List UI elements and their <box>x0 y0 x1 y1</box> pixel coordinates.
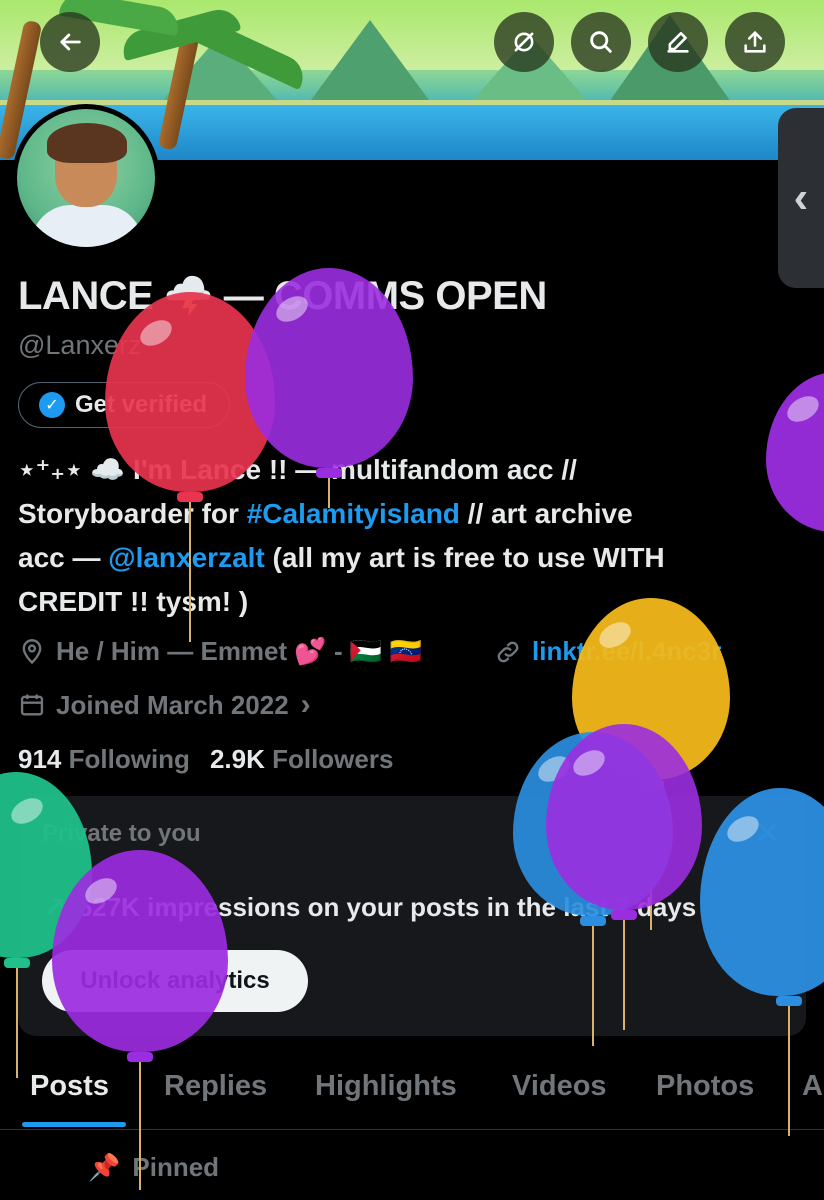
active-tab-indicator <box>22 1122 126 1127</box>
verified-badge-icon: ✓ <box>39 392 65 418</box>
calendar-icon <box>20 694 44 716</box>
share-button[interactable] <box>725 12 785 72</box>
arrow-left-icon <box>60 33 81 51</box>
link-icon <box>497 641 519 662</box>
tab-replies[interactable]: Replies <box>164 1070 267 1103</box>
avatar[interactable] <box>12 104 160 252</box>
share-icon <box>744 31 766 53</box>
tab-articles[interactable]: A <box>802 1070 823 1103</box>
location-pin-icon <box>22 638 42 664</box>
chevron-right-icon: › <box>300 688 311 721</box>
profile-tabs: Posts Replies Highlights Videos Photos A <box>0 1060 824 1130</box>
hashtag-link[interactable]: #Calamityisland <box>247 498 460 529</box>
tab-posts[interactable]: Posts <box>30 1070 109 1103</box>
grok-icon <box>514 32 534 52</box>
joined-date: Joined March 2022 <box>56 689 289 720</box>
edit-icon <box>667 31 689 53</box>
chevron-left-icon: ‹ <box>793 173 809 222</box>
pinned-label-row: 📌 Pinned <box>88 1152 219 1183</box>
search-icon <box>590 31 612 53</box>
back-button[interactable] <box>40 12 100 72</box>
mention-link[interactable]: @lanxerzalt <box>108 542 264 573</box>
joined-row[interactable]: Joined March 2022 › <box>18 688 311 722</box>
location-text: He / Him — Emmet 💕 - 🇵🇸 🇻🇪 <box>56 636 422 666</box>
bio-line-3: acc — @lanxerzalt (all my art is free to… <box>18 542 665 573</box>
grok-button[interactable] <box>494 12 554 72</box>
location-row: He / Him — Emmet 💕 - 🇵🇸 🇻🇪 <box>18 636 422 667</box>
bio-line-2: Storyboarder for #Calamityisland // art … <box>18 498 633 529</box>
tab-highlights[interactable]: Highlights <box>315 1070 457 1103</box>
pin-icon: 📌 <box>88 1152 121 1182</box>
pinned-label: Pinned <box>132 1152 220 1182</box>
tab-photos[interactable]: Photos <box>656 1070 754 1103</box>
bio: ⋆⁺₊⋆ ☁️ I'm Lance !! — multifandom acc /… <box>18 448 808 624</box>
search-button[interactable] <box>571 12 631 72</box>
following-link[interactable]: 914 Following <box>18 744 190 775</box>
followers-link[interactable]: 2.9K Followers <box>210 744 394 775</box>
follow-stats: 914 Following 2.9K Followers <box>18 744 393 775</box>
tab-videos[interactable]: Videos <box>512 1070 607 1103</box>
edit-button[interactable] <box>648 12 708 72</box>
side-panel-handle[interactable]: ‹ <box>778 108 824 288</box>
